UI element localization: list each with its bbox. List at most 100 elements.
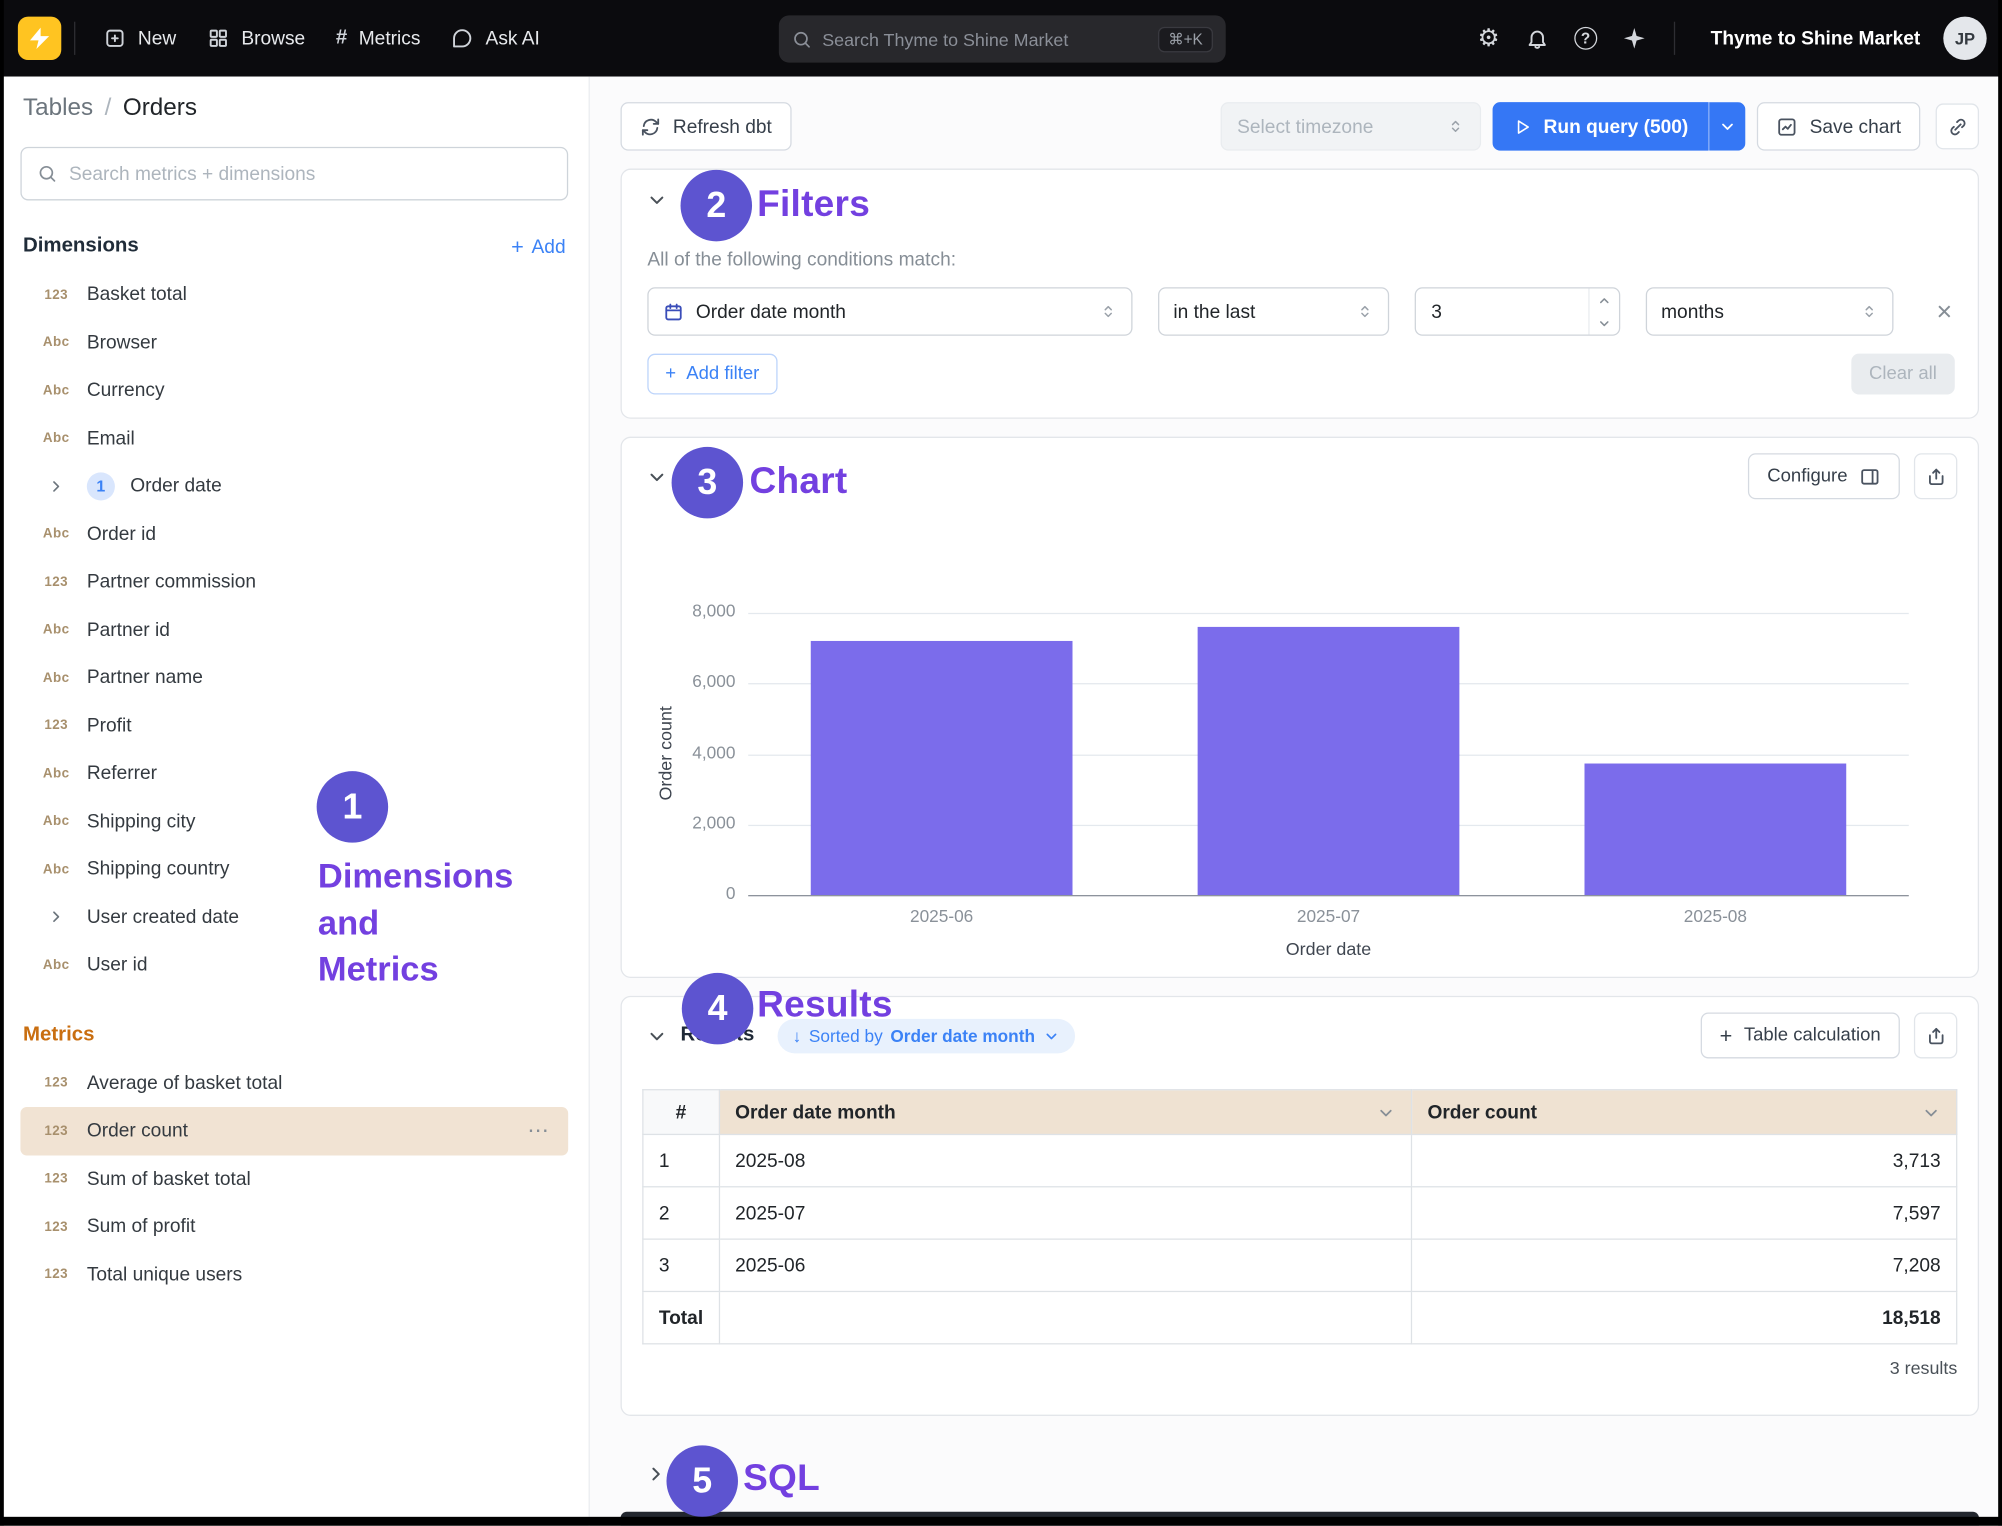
dimension-item-partner-id[interactable]: AbcPartner id bbox=[20, 606, 568, 654]
notifications-button[interactable] bbox=[1515, 17, 1558, 60]
dimension-label: Partner id bbox=[87, 619, 170, 641]
add-dimension-button[interactable]: + Add bbox=[511, 236, 565, 258]
settings-button[interactable]: ⚙ bbox=[1467, 17, 1510, 60]
metrics-button[interactable]: # Metrics bbox=[321, 15, 436, 61]
run-query-options-button[interactable] bbox=[1709, 102, 1746, 151]
x-tick-label: 2025-08 bbox=[1639, 907, 1792, 926]
sql-panel-edge[interactable] bbox=[621, 1512, 1980, 1526]
dimension-item-order-id[interactable]: AbcOrder id bbox=[20, 510, 568, 558]
metrics-section-header: Metrics bbox=[20, 1023, 568, 1046]
refresh-dbt-button[interactable]: Refresh dbt bbox=[621, 102, 792, 151]
app-logo[interactable] bbox=[18, 17, 61, 60]
chevron-right-icon[interactable] bbox=[41, 908, 72, 926]
filter-operator-select[interactable]: in the last bbox=[1158, 287, 1389, 336]
dimension-item-shipping-city[interactable]: AbcShipping city bbox=[20, 797, 568, 845]
collapse-filters-button[interactable] bbox=[642, 185, 670, 213]
keyboard-shortcut-badge: ⌘+K bbox=[1158, 26, 1213, 52]
org-name[interactable]: Thyme to Shine Market bbox=[1693, 27, 1938, 49]
sparkles-button[interactable] bbox=[1612, 17, 1655, 60]
collapse-chart-button[interactable] bbox=[642, 462, 670, 490]
navbar-right-cluster: ⚙ ? Thyme to Shine Market JP bbox=[1467, 0, 1987, 77]
chevron-right-icon[interactable] bbox=[41, 477, 72, 495]
table-row: 1 2025-08 3,713 bbox=[643, 1134, 1957, 1186]
select-caret-icon bbox=[1099, 303, 1117, 321]
stepper-down-button[interactable] bbox=[1590, 312, 1619, 335]
configure-button[interactable]: Configure bbox=[1748, 453, 1900, 499]
table-calculation-button[interactable]: + Table calculation bbox=[1700, 1012, 1899, 1058]
chart-bar[interactable] bbox=[1584, 764, 1846, 895]
stepper-up-button[interactable] bbox=[1590, 289, 1619, 312]
y-tick-label: 0 bbox=[646, 884, 735, 903]
fields-search[interactable] bbox=[20, 147, 568, 201]
results-table-wrap: # Order date month Order count bbox=[642, 1089, 1957, 1344]
dimension-item-basket-total[interactable]: 123Basket total bbox=[20, 271, 568, 319]
filter-value-input[interactable] bbox=[1416, 301, 1569, 323]
add-filter-button[interactable]: + Add filter bbox=[647, 354, 777, 395]
metric-item-sum-basket-total[interactable]: 123 Sum of basket total bbox=[20, 1155, 568, 1203]
annotation-text-sql: SQL bbox=[743, 1458, 820, 1500]
dimension-item-currency[interactable]: AbcCurrency bbox=[20, 366, 568, 414]
export-chart-button[interactable] bbox=[1914, 453, 1957, 499]
metric-item-sum-profit[interactable]: 123Sum of profit bbox=[20, 1203, 568, 1251]
sorted-by-field: Order date month bbox=[890, 1026, 1035, 1045]
select-caret-icon bbox=[1356, 303, 1374, 321]
browse-button[interactable]: Browse bbox=[192, 15, 321, 61]
order-date-month-header[interactable]: Order date month bbox=[719, 1090, 1411, 1135]
filter-field-select[interactable]: Order date month bbox=[647, 287, 1132, 336]
item-menu-icon[interactable]: ⋯ bbox=[527, 1118, 550, 1144]
chart-bar[interactable] bbox=[811, 641, 1073, 895]
metric-label: Order count bbox=[87, 1120, 188, 1142]
filter-actions-row: + Add filter Clear all bbox=[647, 354, 1954, 395]
play-icon bbox=[1513, 117, 1532, 136]
chart-bar[interactable] bbox=[1198, 627, 1460, 895]
run-query-button[interactable]: Run query (500) bbox=[1492, 102, 1708, 151]
order-count-header[interactable]: Order count bbox=[1411, 1090, 1956, 1135]
dimension-item-referrer[interactable]: AbcReferrer bbox=[20, 749, 568, 797]
dimension-item-email[interactable]: AbcEmail bbox=[20, 414, 568, 462]
metric-label: Sum of basket total bbox=[87, 1168, 251, 1190]
save-chart-button[interactable]: Save chart bbox=[1757, 102, 1920, 151]
number-type-icon: 123 bbox=[41, 1075, 72, 1090]
string-type-icon: Abc bbox=[41, 766, 72, 781]
dimension-item-browser[interactable]: AbcBrowser bbox=[20, 319, 568, 367]
share-link-button[interactable] bbox=[1936, 103, 1979, 149]
table-row: 2 2025-07 7,597 bbox=[643, 1187, 1957, 1239]
dimension-item-partner-name[interactable]: AbcPartner name bbox=[20, 654, 568, 702]
string-type-icon: Abc bbox=[41, 431, 72, 446]
row-number-header: # bbox=[643, 1090, 719, 1135]
metric-item-average-basket-total[interactable]: 123Average of basket total bbox=[20, 1059, 568, 1107]
dimension-item-partner-commission[interactable]: 123Partner commission bbox=[20, 558, 568, 606]
remove-filter-button[interactable]: × bbox=[1931, 298, 1957, 325]
number-type-icon: 123 bbox=[41, 1171, 72, 1186]
clear-all-button[interactable]: Clear all bbox=[1851, 354, 1955, 395]
annotation-circle-1: 1 bbox=[317, 771, 389, 843]
share-icon bbox=[1925, 465, 1947, 487]
annotation-text-filters: Filters bbox=[757, 184, 870, 226]
avatar[interactable]: JP bbox=[1943, 17, 1986, 60]
annotation-text-1: Dimensions and Metrics bbox=[318, 853, 513, 993]
expand-sql-button[interactable] bbox=[641, 1459, 669, 1487]
filter-unit-select[interactable]: months bbox=[1646, 287, 1894, 336]
fields-search-input[interactable] bbox=[69, 163, 552, 185]
new-button[interactable]: New bbox=[88, 15, 191, 61]
navbar-divider bbox=[74, 22, 75, 55]
y-tick-label: 8,000 bbox=[646, 601, 735, 620]
breadcrumb-tables[interactable]: Tables bbox=[23, 94, 93, 122]
help-button[interactable]: ? bbox=[1564, 17, 1607, 60]
metric-item-order-count[interactable]: 123 Order count ⋯ bbox=[20, 1107, 568, 1155]
dimension-item-order-date[interactable]: 1 Order date bbox=[20, 462, 568, 510]
filter-rule-row: Order date month in the last bbox=[647, 287, 1957, 336]
dimension-label: User id bbox=[87, 954, 148, 976]
number-type-icon: 123 bbox=[41, 287, 72, 302]
table-calculation-label: Table calculation bbox=[1744, 1025, 1881, 1045]
ask-ai-button[interactable]: Ask AI bbox=[436, 15, 555, 61]
count-cell: 7,208 bbox=[1411, 1239, 1956, 1291]
global-search-input[interactable] bbox=[822, 29, 1148, 49]
metric-item-total-unique-users[interactable]: 123Total unique users bbox=[20, 1251, 568, 1299]
collapse-results-button[interactable] bbox=[642, 1021, 670, 1049]
export-results-button[interactable] bbox=[1914, 1012, 1957, 1058]
count-cell: 7,597 bbox=[1411, 1187, 1956, 1239]
global-search[interactable]: ⌘+K bbox=[779, 15, 1226, 62]
timezone-select[interactable]: Select timezone bbox=[1221, 102, 1481, 151]
dimension-item-profit[interactable]: 123Profit bbox=[20, 702, 568, 750]
